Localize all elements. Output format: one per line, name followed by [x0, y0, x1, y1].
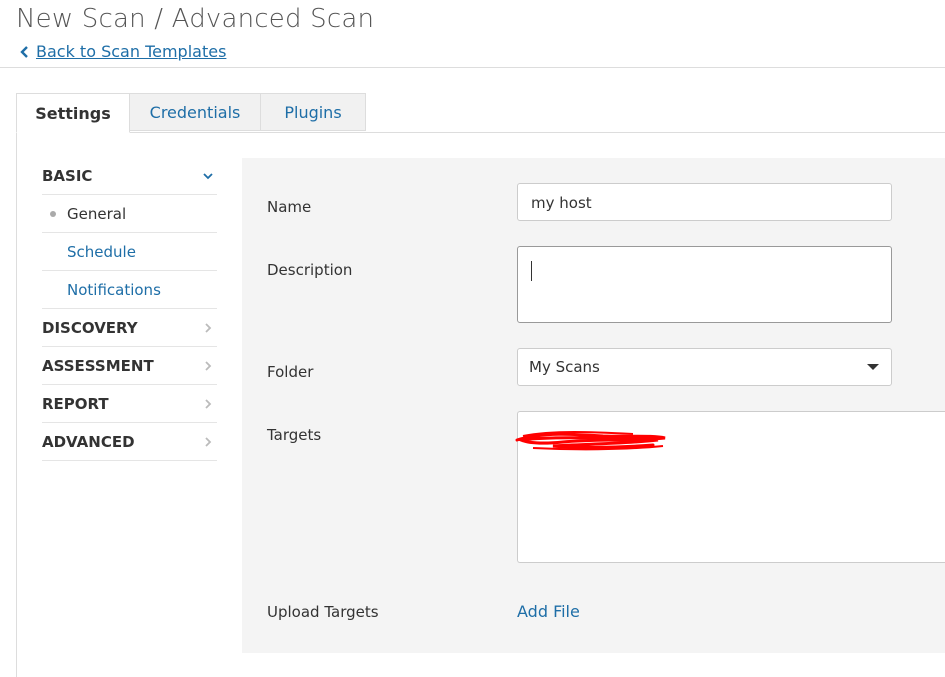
- description-field[interactable]: [517, 246, 892, 323]
- sidebar-item-notifications[interactable]: Notifications: [42, 271, 217, 309]
- chevron-left-icon: [20, 45, 28, 58]
- targets-label: Targets: [267, 426, 322, 444]
- add-file-link[interactable]: Add File: [517, 602, 580, 621]
- redaction-scribble: [515, 431, 666, 451]
- description-label: Description: [267, 261, 353, 279]
- tab-credentials[interactable]: Credentials: [130, 93, 261, 131]
- sidebar-item-label: Notifications: [67, 280, 161, 299]
- tab-bar: Settings Credentials Plugins: [16, 93, 366, 133]
- folder-select[interactable]: My Scans: [517, 348, 892, 386]
- content-border: [16, 133, 17, 677]
- sidebar-section-report[interactable]: REPORT: [42, 385, 217, 423]
- sidebar-section-label: BASIC: [42, 166, 93, 185]
- page-title: New Scan / Advanced Scan: [16, 4, 375, 34]
- sidebar-section-label: DISCOVERY: [42, 318, 138, 337]
- name-field[interactable]: my host: [517, 183, 892, 221]
- chevron-down-icon: [203, 172, 213, 179]
- header-divider: [0, 67, 945, 68]
- back-link-label: Back to Scan Templates: [36, 42, 227, 61]
- tabs-divider: [130, 132, 945, 133]
- current-item-dot: [50, 211, 56, 217]
- sidebar-section-assessment[interactable]: ASSESSMENT: [42, 347, 217, 385]
- sidebar-item-label: Schedule: [67, 242, 136, 261]
- chevron-right-icon: [205, 398, 212, 409]
- sidebar-section-label: REPORT: [42, 394, 109, 413]
- chevron-right-icon: [205, 322, 212, 333]
- chevron-right-icon: [205, 436, 212, 447]
- folder-selected-value: My Scans: [529, 358, 600, 376]
- folder-label: Folder: [267, 363, 314, 381]
- chevron-right-icon: [205, 360, 212, 371]
- sidebar-item-schedule[interactable]: Schedule: [42, 233, 217, 271]
- settings-sidebar: BASIC General Schedule Notifications DIS…: [42, 157, 217, 461]
- sidebar-section-label: ASSESSMENT: [42, 356, 154, 375]
- back-to-templates-link[interactable]: Back to Scan Templates: [18, 42, 226, 61]
- text-caret: [531, 261, 532, 281]
- sidebar-section-advanced[interactable]: ADVANCED: [42, 423, 217, 461]
- sidebar-section-label: ADVANCED: [42, 432, 135, 451]
- sidebar-section-discovery[interactable]: DISCOVERY: [42, 309, 217, 347]
- settings-panel: [242, 158, 945, 653]
- targets-field[interactable]: [515, 411, 945, 563]
- dropdown-caret-icon: [867, 364, 879, 370]
- upload-targets-label: Upload Targets: [267, 603, 379, 621]
- sidebar-item-general[interactable]: General: [42, 195, 217, 233]
- name-label: Name: [267, 198, 312, 216]
- tab-plugins[interactable]: Plugins: [261, 93, 366, 131]
- tab-settings[interactable]: Settings: [16, 93, 130, 133]
- sidebar-section-basic[interactable]: BASIC: [42, 157, 217, 195]
